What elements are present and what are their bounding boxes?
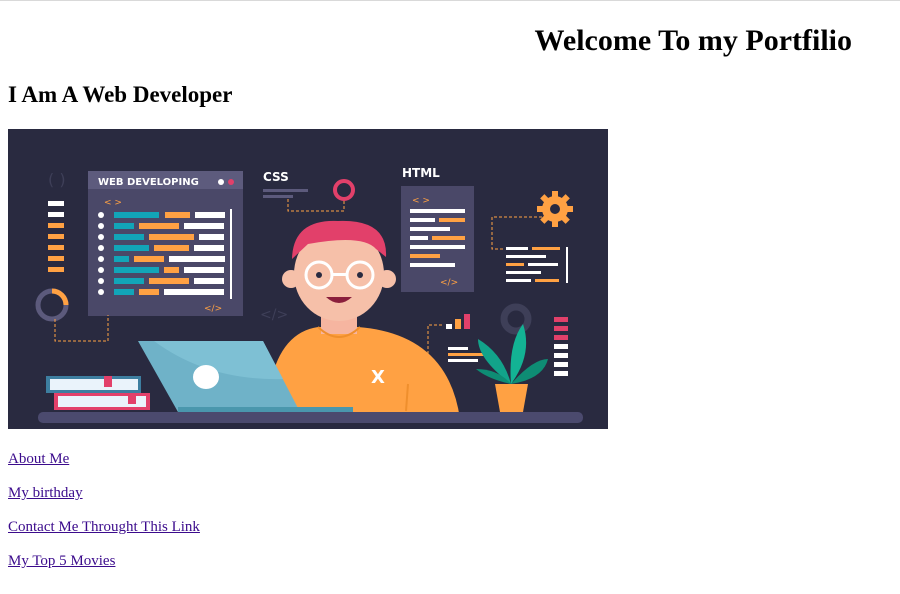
- desk: [38, 412, 583, 423]
- page-subtitle: I Am A Web Developer: [8, 82, 233, 107]
- link-contact-me[interactable]: Contact Me Throught This Link: [8, 518, 200, 536]
- svg-text:< >: < >: [104, 198, 122, 208]
- svg-text:WEB DEVELOPING: WEB DEVELOPING: [98, 177, 199, 188]
- top-border: [0, 0, 900, 1]
- svg-text:</>: </>: [260, 307, 288, 323]
- svg-text:X: X: [371, 367, 385, 388]
- page-title: Welcome To my Portfilio: [534, 24, 852, 57]
- nav-links: About Me My birthday Contact Me Throught…: [8, 450, 200, 586]
- svg-text:</>: </>: [204, 304, 222, 314]
- svg-text:HTML: HTML: [402, 166, 440, 180]
- link-about-me[interactable]: About Me: [8, 450, 200, 468]
- svg-text:</>: </>: [440, 278, 458, 288]
- web-developing-window: WEB DEVELOPING < > </>: [88, 171, 243, 316]
- books: [46, 376, 150, 410]
- link-my-birthday[interactable]: My birthday: [8, 484, 200, 502]
- svg-text:( ): ( ): [48, 170, 66, 189]
- svg-text:CSS: CSS: [263, 170, 289, 184]
- svg-text:< >: < >: [412, 196, 430, 206]
- hero-illustration: WEB DEVELOPING < > </> ( ) CSS HTML < > …: [8, 129, 608, 429]
- link-top-movies[interactable]: My Top 5 Movies: [8, 552, 200, 570]
